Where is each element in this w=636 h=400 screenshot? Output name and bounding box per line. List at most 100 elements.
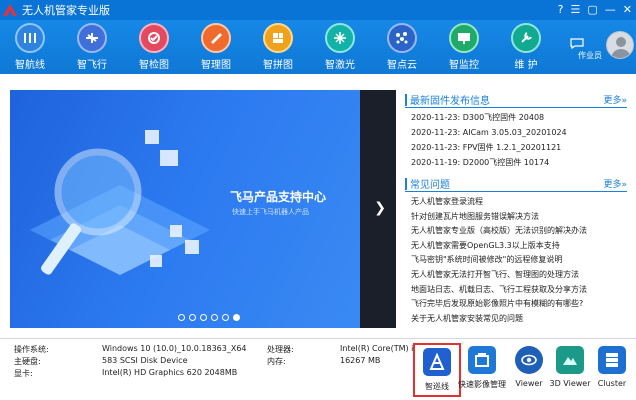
faq-header: 常见问题 更多» <box>405 176 627 192</box>
patrol-line-icon <box>423 348 451 376</box>
user-role-label: 作业员 <box>578 51 602 60</box>
tool-check-image-label: 智检图 <box>139 60 169 71</box>
faq-item[interactable]: 地面站日志、机载日志、飞行工程获取及分享方法 <box>411 283 587 298</box>
image-manager-icon <box>468 346 496 374</box>
close-icon[interactable]: ✕ <box>623 0 632 20</box>
help-icon[interactable]: ? <box>558 0 564 20</box>
faq-item[interactable]: 飞行完毕后发现原始影像照片中有模糊的有哪些? <box>411 297 587 312</box>
menu-icon[interactable]: ☰ <box>571 0 581 20</box>
launcher-3d-viewer-label: 3D Viewer <box>549 379 591 388</box>
faq-item[interactable]: 飞马密钥"系统时间被修改"的远程修复说明 <box>411 253 587 268</box>
launcher-cluster[interactable]: Cluster <box>588 343 636 397</box>
tool-point-cloud-label: 智点云 <box>387 60 417 71</box>
news-header: 最新固件发布信息 更多» <box>405 92 627 108</box>
launcher-3d-viewer[interactable]: 3D Viewer <box>546 343 594 397</box>
carousel-dots <box>178 314 240 321</box>
minimize-icon[interactable]: — <box>605 0 616 20</box>
tool-flight[interactable]: 智飞行 <box>62 23 122 73</box>
faq-item[interactable]: 无人机管家专业版（高校版）无法识别的解决办法 <box>411 224 587 239</box>
disk-label: 主硬盘: <box>14 357 41 366</box>
server-icon <box>598 346 626 374</box>
point-cloud-icon <box>387 23 417 53</box>
gpu-value: Intel(R) HD Graphics 620 2048MB <box>102 368 238 377</box>
faq-list: 无人机管家登录流程 针对创建瓦片地图服务错误解决方法 无人机管家专业版（高校版）… <box>411 195 587 326</box>
news-item[interactable]: 2020-11-23: D300飞控固件 20408 <box>411 110 567 125</box>
tool-point-cloud[interactable]: 智点云 <box>372 23 432 73</box>
skin-icon[interactable]: ▢ <box>587 0 597 20</box>
launcher-image-manager[interactable]: 快速影像管理 <box>458 343 506 397</box>
gpu-label: 显卡: <box>14 369 33 378</box>
faq-item[interactable]: 无人机管家登录流程 <box>411 195 587 210</box>
maintenance-icon <box>511 23 541 53</box>
os-value: Windows 10 (10.0)_10.0.18363_X64 <box>102 344 247 353</box>
cpu-value: Intel(R) Core(TM) i <box>340 344 414 353</box>
carousel-dot[interactable] <box>189 314 196 321</box>
tool-flight-label: 智飞行 <box>77 60 107 71</box>
app-window: 无人机管家专业版 ? ☰ ▢ — ✕ 智航线 智飞行 智检图 智理图 智拼图 智… <box>0 0 636 400</box>
tool-puzzle-label: 智拼图 <box>263 60 293 71</box>
check-image-icon <box>139 23 169 53</box>
launcher-cluster-label: Cluster <box>597 379 627 388</box>
launcher-patrol-line[interactable]: 智巡线 <box>413 343 461 397</box>
section-marker <box>405 177 407 190</box>
banner-illustration <box>30 130 210 275</box>
section-marker <box>405 93 407 106</box>
banner-subtitle: 快速上手飞马机器人产品 <box>232 208 309 216</box>
banner-title: 飞马产品支持中心 <box>230 190 327 204</box>
manage-image-icon <box>201 23 231 53</box>
faq-item[interactable]: 无人机管家需要OpenGL3.3以上版本支持 <box>411 239 587 254</box>
news-item[interactable]: 2020-11-23: FPV固件 1.2.1_20201121 <box>411 140 567 155</box>
news-title: 最新固件发布信息 <box>410 96 490 107</box>
launcher-patrol-line-label: 智巡线 <box>425 382 449 391</box>
mem-label: 内存: <box>267 357 286 366</box>
terrain-icon <box>556 346 584 374</box>
avatar[interactable] <box>606 30 634 59</box>
faq-title: 常见问题 <box>410 180 450 191</box>
carousel-dot[interactable] <box>222 314 229 321</box>
cpu-label: 处理器: <box>267 345 294 354</box>
title-bar: 无人机管家专业版 ? ☰ ▢ — ✕ <box>0 0 636 20</box>
drone-icon <box>77 23 107 53</box>
faq-more-link[interactable]: 更多» <box>603 177 627 190</box>
banner-carousel[interactable]: 飞马产品支持中心 快速上手飞马机器人产品 ❯ <box>10 90 396 328</box>
tool-laser-label: 智激光 <box>325 60 355 71</box>
faq-item[interactable]: 关于无人机管家安装常见的问题 <box>411 312 587 327</box>
news-more-link[interactable]: 更多» <box>603 93 627 106</box>
news-item[interactable]: 2020-11-23: AICam 3.05.03_20201024 <box>411 125 567 140</box>
disk-value: 583 SCSI Disk Device <box>102 356 188 365</box>
puzzle-icon <box>263 23 293 53</box>
chevron-right-icon[interactable]: ❯ <box>374 200 386 216</box>
carousel-dot[interactable] <box>200 314 207 321</box>
tool-monitor-label: 智监控 <box>449 60 479 71</box>
carousel-dot[interactable] <box>178 314 185 321</box>
launcher-image-manager-label: 快速影像管理 <box>458 380 506 389</box>
window-controls: ? ☰ ▢ — ✕ <box>558 0 632 20</box>
news-list: 2020-11-23: D300飞控固件 20408 2020-11-23: A… <box>411 110 567 170</box>
laser-icon <box>325 23 355 53</box>
news-item[interactable]: 2020-11-19: D2000飞控固件 10174 <box>411 155 567 170</box>
carousel-dot[interactable] <box>211 314 218 321</box>
carousel-dot-active[interactable] <box>233 314 240 321</box>
os-label: 操作系统: <box>14 345 49 354</box>
faq-item[interactable]: 无人机管家无法打开智飞行、智理图的处理方法 <box>411 268 587 283</box>
tool-manage-image[interactable]: 智理图 <box>186 23 246 73</box>
tool-check-image[interactable]: 智检图 <box>124 23 184 73</box>
tool-route-label: 智航线 <box>15 60 45 71</box>
main-toolbar: 智航线 智飞行 智检图 智理图 智拼图 智激光 智点云 智监控 维 护 作业员 <box>0 20 636 74</box>
eye-icon <box>515 346 543 374</box>
tool-puzzle[interactable]: 智拼图 <box>248 23 308 73</box>
tool-maintenance[interactable]: 维 护 <box>496 23 556 73</box>
tool-manage-image-label: 智理图 <box>201 60 231 71</box>
user-area[interactable]: 作业员 <box>578 28 634 61</box>
tool-route[interactable]: 智航线 <box>0 23 60 73</box>
route-icon <box>15 23 45 53</box>
tool-monitor[interactable]: 智监控 <box>434 23 494 73</box>
mem-value: 16267 MB <box>340 356 381 365</box>
tool-maintenance-label: 维 护 <box>514 60 538 71</box>
faq-item[interactable]: 针对创建瓦片地图服务错误解决方法 <box>411 210 587 225</box>
monitor-icon <box>449 23 479 53</box>
app-logo-icon <box>0 0 20 20</box>
tool-laser[interactable]: 智激光 <box>310 23 370 73</box>
launcher-viewer-label: Viewer <box>515 379 543 388</box>
app-title: 无人机管家专业版 <box>22 4 110 17</box>
